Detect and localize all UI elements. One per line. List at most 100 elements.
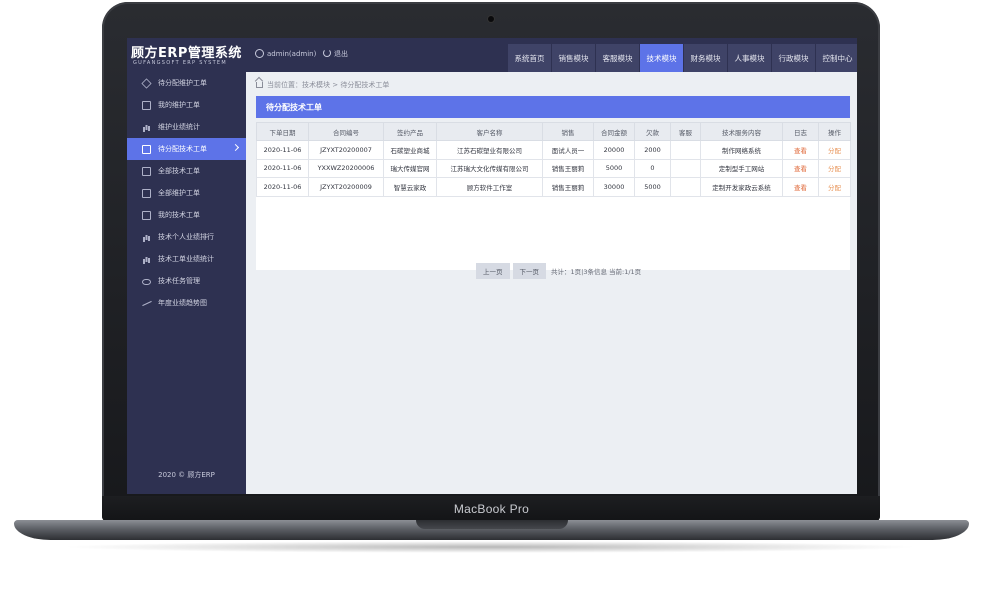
sidebar-item-my-maintenance[interactable]: 我的维护工单 [127, 94, 246, 116]
layers-icon [141, 77, 152, 89]
cell-customer: 顾方软件工作室 [436, 177, 543, 197]
sidebar-item-label: 我的技术工单 [158, 211, 200, 219]
cell-order-date: 2020-11-06 [256, 177, 309, 197]
laptop-shadow [60, 541, 920, 553]
cell-order-date: 2020-11-06 [256, 140, 309, 160]
cell-action: 分配 [818, 158, 851, 178]
assign-link[interactable]: 分配 [828, 165, 841, 173]
cell-tech-content: 制作网络系统 [700, 140, 783, 160]
table-header-row: 下单日期 合同编号 签约产品 客户名称 销售 合同金额 欠款 客服 技术服务内容… [256, 122, 851, 141]
col-header-product: 签约产品 [383, 122, 437, 141]
cell-contract-no: JZYXT20200007 [308, 140, 384, 160]
cell-product: 石碳塑业商城 [383, 140, 437, 160]
cell-amount: 20000 [593, 140, 635, 160]
cell-log: 查看 [782, 140, 819, 160]
pagination: 上一页 下一页 共计：1页|3条信息 当前:1/1页 [476, 263, 641, 279]
tab-control-center[interactable]: 控制中心 [816, 44, 857, 72]
tab-home[interactable]: 系统首页 [508, 44, 551, 72]
sidebar-item-all-maintenance[interactable]: 全部维护工单 [127, 182, 246, 204]
cell-sales: 销售王丽莉 [542, 158, 594, 178]
next-page-button[interactable]: 下一页 [512, 263, 546, 279]
cell-order-date: 2020-11-06 [256, 158, 309, 178]
cell-product: 智慧云家政 [383, 177, 437, 197]
col-header-contract-no: 合同编号 [308, 122, 384, 141]
sidebar-item-pending-tech[interactable]: 待分配技术工单 [127, 138, 246, 160]
tab-hr[interactable]: 人事模块 [728, 44, 771, 72]
user-menu[interactable]: admin(admin) [255, 49, 316, 58]
home-icon [256, 82, 263, 88]
table-row: 2020-11-06 JZYXT20200007 石碳塑业商城 江苏石碳塑业有限… [256, 140, 851, 160]
logout-label: 退出 [334, 50, 348, 58]
cell-action: 分配 [818, 177, 851, 197]
copyright: 2020 © 顾方ERP [158, 471, 215, 479]
col-header-order-date: 下单日期 [256, 122, 309, 141]
cell-arrears: 2000 [634, 140, 671, 160]
sidebar-item-task-management[interactable]: 技术任务管理 [127, 270, 246, 292]
top-bar: 顾方ERP管理系统 GUFANGSOFT ERP SYSTEM admin(ad… [127, 38, 857, 72]
laptop-notch [416, 520, 568, 529]
bar-chart-icon [142, 233, 151, 242]
sidebar-item-label: 全部维护工单 [158, 189, 200, 197]
calendar-icon [142, 210, 151, 220]
view-log-link[interactable]: 查看 [794, 165, 807, 173]
sidebar-item-label: 我的维护工单 [158, 101, 200, 109]
prev-page-button[interactable]: 上一页 [476, 263, 510, 279]
power-icon [323, 49, 331, 57]
sidebar-item-tech-stats[interactable]: 技术工单业绩统计 [127, 248, 246, 270]
sidebar-item-my-tech[interactable]: 我的技术工单 [127, 204, 246, 226]
assign-link[interactable]: 分配 [828, 184, 841, 192]
tab-admin[interactable]: 行政模块 [772, 44, 815, 72]
cell-amount: 5000 [593, 158, 635, 178]
sidebar-item-annual-trend[interactable]: 年度业绩趋势图 [127, 292, 246, 314]
view-log-link[interactable]: 查看 [794, 184, 807, 192]
sidebar-item-label: 全部技术工单 [158, 167, 200, 175]
top-nav: 系统首页 销售模块 客服模块 技术模块 财务模块 人事模块 行政模块 控制中心 [508, 44, 857, 72]
breadcrumb: 当前位置：技术模块 > 待分配技术工单 [256, 80, 389, 90]
view-log-link[interactable]: 查看 [794, 147, 807, 155]
sidebar: 待分配维护工单 我的维护工单 维护业绩统计 待分配技术工单 全部技术工单 全部维… [127, 72, 246, 494]
cell-contract-no: JZYXT20200009 [308, 177, 384, 197]
sidebar-item-label: 待分配维护工单 [158, 79, 207, 87]
tab-finance[interactable]: 财务模块 [684, 44, 727, 72]
cell-service [670, 158, 701, 178]
cell-contract-no: YXXWZ20200006 [308, 158, 384, 178]
eye-icon [142, 278, 151, 285]
col-header-arrears: 欠款 [634, 122, 671, 141]
tab-sales[interactable]: 销售模块 [552, 44, 595, 72]
col-header-amount: 合同金额 [593, 122, 635, 141]
cell-sales: 销售王丽莉 [542, 177, 594, 197]
table-row: 2020-11-06 JZYXT20200009 智慧云家政 顾方软件工作室 销… [256, 177, 851, 197]
document-icon [142, 144, 151, 154]
cell-service [670, 140, 701, 160]
sidebar-item-label: 年度业绩趋势图 [158, 299, 207, 307]
logout-button[interactable]: 退出 [323, 49, 348, 59]
col-header-service: 客服 [670, 122, 701, 141]
brand-logo[interactable]: 顾方ERP管理系统 GUFANGSOFT ERP SYSTEM [127, 38, 246, 72]
sidebar-item-label: 待分配技术工单 [158, 145, 207, 153]
clipboard-icon [142, 100, 151, 110]
sidebar-item-pending-maintenance[interactable]: 待分配维护工单 [127, 72, 246, 94]
breadcrumb-text: 当前位置：技术模块 > 待分配技术工单 [267, 81, 390, 89]
cell-arrears: 5000 [634, 177, 671, 197]
assign-link[interactable]: 分配 [828, 147, 841, 155]
cell-log: 查看 [782, 177, 819, 197]
table-row: 2020-11-06 YXXWZ20200006 瑞大传媒官网 江苏瑞大文化传媒… [256, 158, 851, 178]
work-order-table: 下单日期 合同编号 签约产品 客户名称 销售 合同金额 欠款 客服 技术服务内容… [256, 122, 851, 197]
sidebar-item-maintenance-stats[interactable]: 维护业绩统计 [127, 116, 246, 138]
col-header-customer: 客户名称 [436, 122, 543, 141]
sidebar-item-tech-ranking[interactable]: 技术个人业绩排行 [127, 226, 246, 248]
user-icon [255, 49, 264, 58]
tab-service[interactable]: 客服模块 [596, 44, 639, 72]
cell-service [670, 177, 701, 197]
page-info: 共计：1页|3条信息 当前:1/1页 [551, 268, 642, 276]
cell-arrears: 0 [634, 158, 671, 178]
trend-icon [142, 299, 151, 308]
cell-sales: 面试人员一 [542, 140, 594, 160]
app-screen: 顾方ERP管理系统 GUFANGSOFT ERP SYSTEM admin(ad… [127, 38, 857, 494]
camera-icon [488, 16, 494, 22]
col-header-action: 操作 [818, 122, 851, 141]
sidebar-item-all-tech[interactable]: 全部技术工单 [127, 160, 246, 182]
tab-tech[interactable]: 技术模块 [640, 44, 683, 72]
cell-tech-content: 定制开发家政云系统 [700, 177, 783, 197]
cell-amount: 30000 [593, 177, 635, 197]
